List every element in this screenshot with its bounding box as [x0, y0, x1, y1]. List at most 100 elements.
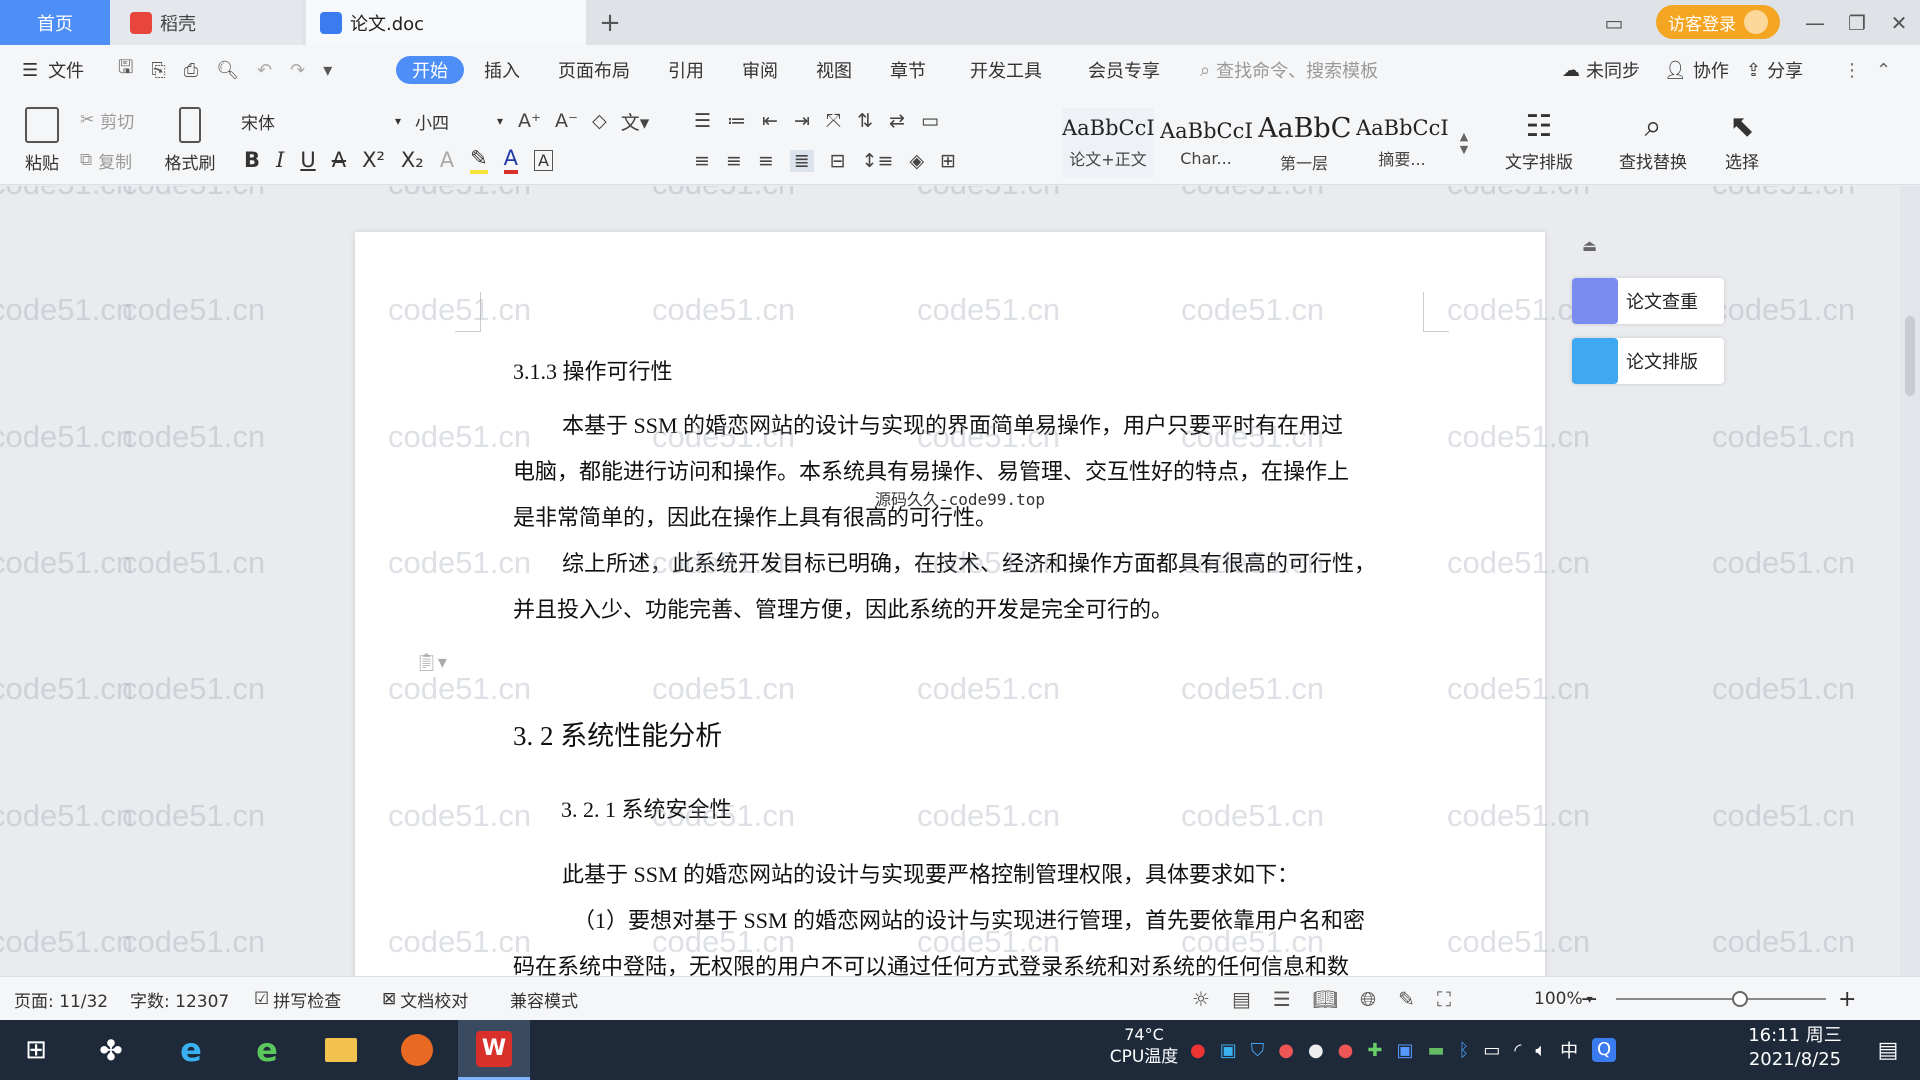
paragraph-line[interactable]: 此基于 SSM 的婚恋网站的设计与实现要严格控制管理权限，具体要求如下：	[562, 852, 1299, 898]
redo-icon[interactable]: ↷	[290, 60, 305, 81]
tray-app-icon[interactable]: ✚	[1367, 1040, 1382, 1061]
tab-chapter[interactable]: 章节	[890, 45, 926, 95]
tab-home[interactable]: 首页	[0, 0, 110, 45]
eye-protection-icon[interactable]: ☼	[1192, 987, 1210, 1011]
new-tab-button[interactable]: +	[590, 0, 630, 45]
share-button[interactable]: ⇪ 分享	[1746, 45, 1803, 95]
shrink-font-icon[interactable]: A⁻	[555, 110, 578, 132]
tray-app-icon[interactable]: ●	[1190, 1040, 1206, 1061]
grow-font-icon[interactable]: A⁺	[518, 110, 541, 132]
print-icon[interactable]: ⎙	[184, 60, 198, 81]
tab-daoke[interactable]: 稻壳	[110, 0, 302, 45]
tray-app-icon[interactable]: ●	[1308, 1040, 1324, 1061]
style-char[interactable]: AaBbCcDc Char...	[1160, 108, 1252, 178]
collapse-ribbon-icon[interactable]: ⌃	[1876, 45, 1891, 95]
cpu-temp-widget[interactable]: 74°C CPU温度	[1104, 1024, 1184, 1068]
outline-view-icon[interactable]: ☰	[1273, 987, 1291, 1011]
styles-scroll[interactable]: ▲ ▼	[1454, 108, 1474, 178]
zoom-out-icon[interactable]: −	[1580, 977, 1598, 1021]
pinwheel-app-icon[interactable]: ✤	[86, 1020, 136, 1080]
clock[interactable]: 16:11 周三 2021/8/25	[1740, 1024, 1850, 1072]
paragraph-line[interactable]: 综上所述，此系统开发目标已明确，在技术、经济和操作方面都具有很高的可行性，	[562, 541, 1376, 587]
undo-icon[interactable]: ↶	[257, 60, 272, 81]
restore-icon[interactable]: ❐	[1835, 0, 1879, 45]
align-center-icon[interactable]: ≡	[726, 150, 742, 172]
app-mascot-icon[interactable]	[392, 1020, 442, 1080]
bold-icon[interactable]: B	[244, 148, 260, 172]
align-right-icon[interactable]: ≡	[758, 150, 774, 172]
print-preview-icon[interactable]: 🔍︎	[216, 60, 239, 81]
battery-icon[interactable]: ▭	[1483, 1040, 1500, 1061]
spell-check-button[interactable]: ☑ 拼写检查	[254, 977, 341, 1021]
tray-app-icon[interactable]: ●	[1338, 1040, 1354, 1061]
paragraph-line[interactable]: 并且投入少、功能完善、管理方便，因此系统的开发是完全可行的。	[513, 587, 1173, 633]
text-layout-button[interactable]: ☷ 文字排版	[1494, 105, 1584, 177]
document-canvas[interactable]: 3.1.3 操作可行性 本基于 SSM 的婚恋网站的设计与实现的界面简单易操作，…	[0, 186, 1900, 976]
format-painter-button[interactable]: 格式刷	[160, 105, 220, 175]
close-icon[interactable]: ✕	[1877, 0, 1920, 45]
login-button[interactable]: 访客登录	[1656, 5, 1780, 39]
style-body[interactable]: AaBbCcI 论文+正文	[1062, 108, 1154, 178]
qq-icon[interactable]: Q	[1592, 1038, 1617, 1062]
zoom-slider-track[interactable]	[1616, 998, 1826, 1000]
thesis-check-button[interactable]: 论文查重	[1572, 278, 1724, 324]
export-icon[interactable]: ⎘	[151, 60, 165, 81]
fit-page-icon[interactable]: ⛶	[1437, 987, 1451, 1011]
shield-icon[interactable]: ⛉	[1251, 1040, 1265, 1061]
paragraph-line[interactable]: （1）要想对基于 SSM 的婚恋网站的设计与实现进行管理，首先要依靠用户名和密	[573, 898, 1365, 944]
bluetooth-icon[interactable]: ᛒ	[1459, 1040, 1470, 1061]
document-page[interactable]: 3.1.3 操作可行性 本基于 SSM 的婚恋网站的设计与实现的界面简单易操作，…	[355, 232, 1545, 976]
cut-button[interactable]: ✂ 剪切	[80, 107, 134, 133]
tray-app-icon[interactable]: ▬	[1428, 1040, 1445, 1061]
chevron-down-icon[interactable]: ▾	[323, 60, 332, 81]
style-level1[interactable]: AaBbC 第一层	[1258, 108, 1350, 178]
heading-3-2[interactable]: 3. 2 系统性能分析	[513, 714, 722, 753]
tab-insert[interactable]: 插入	[484, 45, 520, 95]
borders-icon[interactable]: ⊞	[940, 150, 956, 172]
minimize-icon[interactable]: —	[1793, 0, 1837, 45]
heading-3-2-1[interactable]: 3. 2. 1 系统安全性	[561, 792, 732, 824]
zoom-slider-thumb[interactable]	[1731, 991, 1748, 1007]
strikethrough-icon[interactable]: A	[332, 148, 346, 172]
360-browser-icon[interactable]: e	[242, 1020, 292, 1080]
tray-app-icon[interactable]: ●	[1278, 1040, 1294, 1061]
ime-indicator[interactable]: 中	[1560, 1037, 1578, 1063]
italic-icon[interactable]: I	[276, 148, 284, 172]
style-abstract[interactable]: AaBbCcI 摘要...	[1356, 108, 1448, 178]
tab-references[interactable]: 引用	[668, 45, 704, 95]
show-marks-icon[interactable]: ▭	[921, 110, 939, 132]
panel-collapse-icon[interactable]: ⏏	[1582, 236, 1597, 255]
chinese-layout-icon[interactable]: ⤧	[826, 110, 841, 132]
save-icon[interactable]: 🖫	[118, 55, 133, 85]
windows-start-icon[interactable]: ⊞	[14, 1020, 58, 1080]
tab-member[interactable]: 会员专享	[1088, 45, 1160, 95]
tray-app-icon[interactable]: ▣	[1220, 1040, 1237, 1061]
sort-icon[interactable]: ⇅	[857, 110, 873, 132]
find-replace-button[interactable]: ⌕ 查找替换	[1606, 105, 1700, 177]
word-count[interactable]: 字数: 12307	[130, 977, 229, 1021]
paragraph-line[interactable]: 码在系统中登陆，无权限的用户不可以通过任何方式登录系统和对系统的任何信息和数	[513, 944, 1349, 976]
highlight-icon[interactable]: ✎	[470, 146, 488, 174]
wifi-icon[interactable]: ◜	[1514, 1040, 1521, 1061]
more-icon[interactable]: ⋮	[1843, 45, 1861, 95]
reading-view-icon[interactable]: 📖︎	[1313, 987, 1338, 1011]
line-spacing-icon[interactable]: ↕≡	[862, 150, 894, 172]
tab-start[interactable]: 开始	[396, 56, 464, 84]
align-left-icon[interactable]: ≡	[694, 150, 710, 172]
write-view-icon[interactable]: ✎	[1398, 987, 1415, 1011]
tab-document[interactable]: 论文.doc	[306, 0, 586, 45]
layout-icon[interactable]: ▭	[1592, 0, 1636, 45]
notification-icon[interactable]: ▤	[1866, 1020, 1910, 1080]
char-border-icon[interactable]: A	[534, 149, 553, 171]
page-view-icon[interactable]: ▤	[1232, 987, 1251, 1011]
clear-format-icon[interactable]: ◇	[592, 110, 607, 132]
sync-button[interactable]: ☁ 未同步	[1562, 45, 1640, 95]
file-menu[interactable]: ☰ 文件	[22, 45, 84, 95]
decrease-indent-icon[interactable]: ⇤	[762, 110, 778, 132]
paste-options-icon[interactable]: 📋︎▾	[415, 652, 447, 673]
file-explorer-icon[interactable]	[316, 1020, 366, 1080]
shading-icon[interactable]: ◈	[909, 150, 924, 172]
vertical-scrollbar[interactable]	[1900, 186, 1920, 976]
font-size-select[interactable]: 小四 ▾	[410, 107, 510, 135]
distribute-icon[interactable]: ⊟	[830, 150, 846, 172]
